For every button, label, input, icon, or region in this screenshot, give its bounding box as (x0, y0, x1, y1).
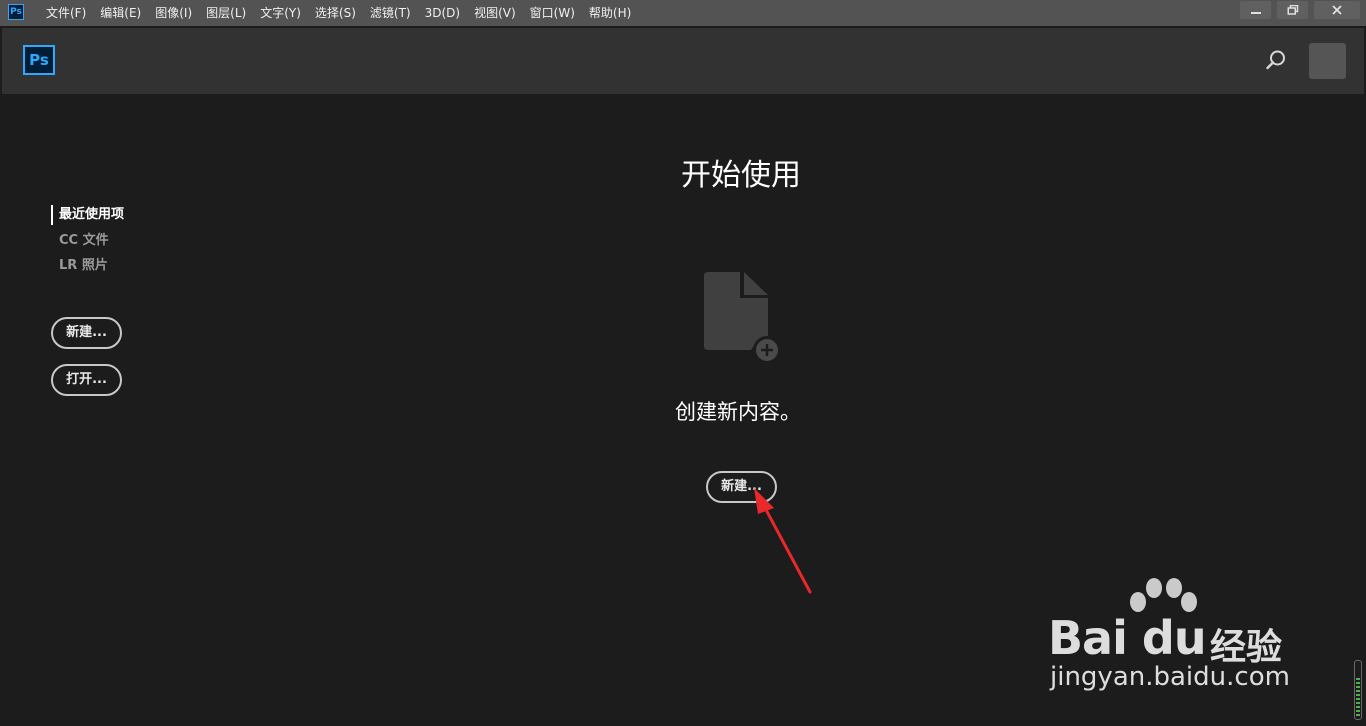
sidebar-item-recent[interactable]: 最近使用项 (51, 205, 124, 225)
scroll-indicator (1354, 660, 1362, 720)
sidebar-open-button[interactable]: 打开... (51, 364, 122, 396)
baidu-jingyan-watermark: Bai du 经验 jingyan.baidu.com (1040, 576, 1310, 696)
new-document-icon (704, 272, 781, 364)
page-title: 开始使用 (681, 158, 801, 193)
red-arrow-annotation (754, 488, 812, 594)
menu-layer[interactable]: 图层(L) (206, 0, 246, 26)
sidebar-new-button[interactable]: 新建... (51, 317, 122, 349)
menu-edit[interactable]: 编辑(E) (100, 0, 141, 26)
menu-window[interactable]: 窗口(W) (530, 0, 575, 26)
menu-bar: Ps 文件(F) 编辑(E) 图像(I) 图层(L) 文字(Y) 选择(S) 滤… (0, 0, 1366, 26)
photoshop-logo: Ps (23, 45, 55, 75)
avatar[interactable] (1309, 43, 1346, 79)
sidebar-item-cc-files[interactable]: CC 文件 (51, 230, 124, 255)
create-new-content-text: 创建新内容。 (675, 400, 801, 424)
menu-select[interactable]: 选择(S) (315, 0, 356, 26)
menu-view[interactable]: 视图(V) (474, 0, 516, 26)
close-button[interactable] (1314, 1, 1360, 19)
menu-3d[interactable]: 3D(D) (425, 0, 460, 26)
restore-button[interactable] (1277, 1, 1308, 19)
menu-file[interactable]: 文件(F) (46, 0, 86, 26)
minimize-button[interactable] (1240, 1, 1271, 19)
close-icon (1332, 5, 1342, 15)
home-header: Ps (2, 28, 1364, 94)
sidebar-nav: 最近使用项 CC 文件 LR 照片 (51, 204, 124, 280)
restore-icon (1287, 5, 1298, 15)
menu-type[interactable]: 文字(Y) (260, 0, 301, 26)
menu-filter[interactable]: 滤镜(T) (370, 0, 411, 26)
search-button[interactable] (1264, 48, 1288, 72)
menu-image[interactable]: 图像(I) (155, 0, 192, 26)
menu-help[interactable]: 帮助(H) (589, 0, 631, 26)
sidebar-item-lr-photos[interactable]: LR 照片 (51, 255, 124, 280)
scroll-indicator-fill (1356, 678, 1360, 718)
minimize-icon (1250, 12, 1261, 14)
watermark-brand: Bai du (1048, 611, 1207, 665)
watermark-url: jingyan.baidu.com (1050, 662, 1290, 692)
window-controls (1234, 1, 1360, 19)
search-icon (1266, 50, 1285, 70)
menu-list: 文件(F) 编辑(E) 图像(I) 图层(L) 文字(Y) 选择(S) 滤镜(T… (46, 0, 645, 26)
photoshop-app-icon[interactable]: Ps (8, 4, 24, 20)
